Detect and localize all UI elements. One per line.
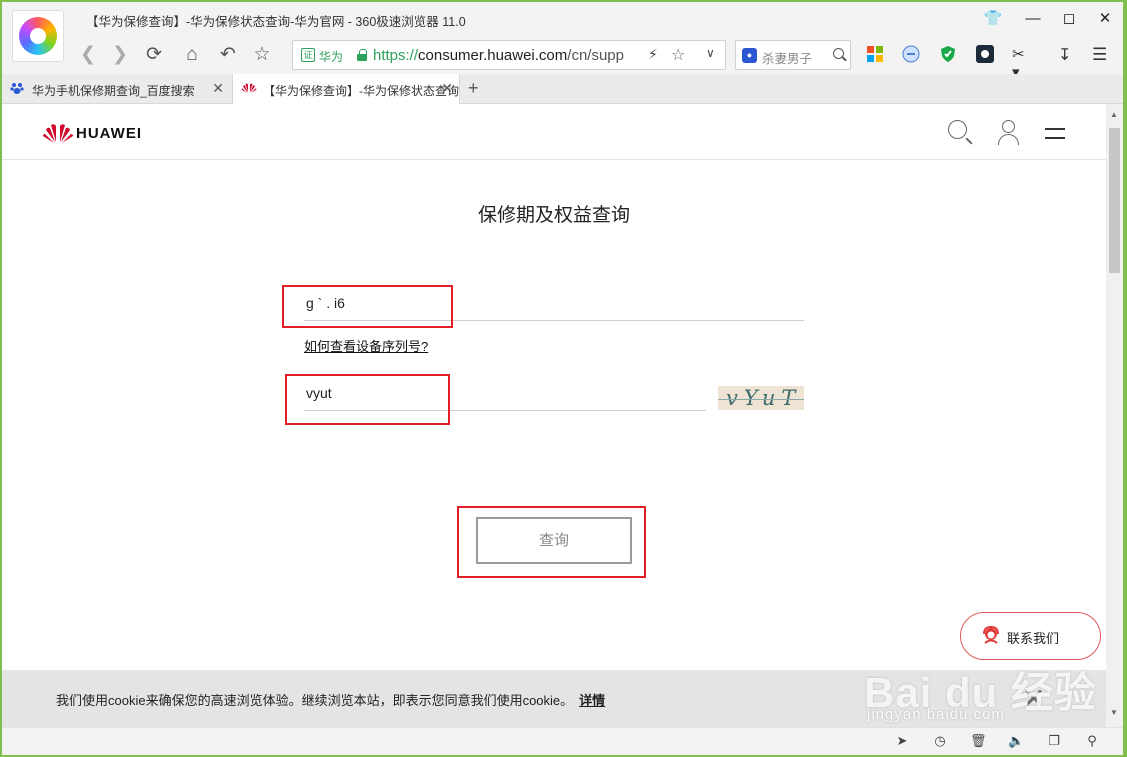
hamburger-menu-icon[interactable] — [1043, 118, 1073, 148]
minus-circle-icon[interactable] — [902, 45, 922, 65]
tab-label: 【华为保修查询】-华为保修状态查询-华为官网 — [263, 84, 459, 98]
favorite-star-icon[interactable]: ☆ — [250, 43, 274, 67]
search-icon[interactable] — [833, 48, 847, 62]
close-tab-icon[interactable]: ✕ — [441, 80, 453, 97]
huawei-logo-icon — [241, 81, 257, 97]
trash-icon[interactable]: 🗑 — [970, 733, 987, 749]
home-icon[interactable]: ⌂ — [180, 43, 204, 67]
browser-window: 【华为保修查询】-华为保修状态查询-华为官网 - 360极速浏览器 11.0 👕… — [2, 2, 1123, 755]
serial-help-link[interactable]: 如何查看设备序列号? — [304, 336, 428, 355]
accelerate-icon[interactable]: ➤ — [894, 733, 910, 749]
url-text[interactable]: https://consumer.huawei.com/cn/supp — [373, 47, 635, 64]
window-title: 【华为保修查询】-华为保修状态查询-华为官网 - 360极速浏览器 11.0 — [86, 15, 466, 29]
verified-badge-icon[interactable]: 证 — [301, 48, 315, 62]
refresh-icon[interactable]: ⟳ — [142, 43, 166, 67]
scrollbar-thumb[interactable] — [1109, 128, 1120, 273]
title-bar: 【华为保修查询】-华为保修状态查询-华为官网 - 360极速浏览器 11.0 👕… — [2, 2, 1123, 36]
baidu-paw-icon — [10, 81, 26, 97]
lock-icon — [357, 49, 367, 61]
vertical-scrollbar[interactable]: ▲ ▼ — [1106, 104, 1123, 727]
status-bar: ➤ ◷ 🗑 🔈 ❐ ⚲ — [2, 727, 1123, 755]
annotation-box-query — [457, 506, 646, 578]
huawei-logo-icon[interactable] — [42, 122, 74, 144]
address-bar[interactable]: 证 华为 https://consumer.huawei.com/cn/supp… — [292, 40, 726, 70]
site-header: HUAWEI — [2, 104, 1106, 160]
back-icon[interactable]: ❮ — [76, 43, 100, 67]
site-identity[interactable]: 华为 — [319, 48, 343, 65]
tab-baidu-search[interactable]: 华为手机保修期查询_百度搜索 ✕ — [2, 74, 230, 104]
tab-label: 华为手机保修期查询_百度搜索 — [32, 84, 195, 98]
page-title: 保修期及权益查询 — [477, 205, 630, 226]
menu-icon[interactable]: ☰ — [1092, 45, 1112, 65]
undo-close-icon[interactable]: ↶ — [216, 43, 240, 67]
contact-us-button[interactable]: 联系我们 — [960, 612, 1101, 660]
speed-icon[interactable]: ◷ — [932, 733, 948, 749]
scroll-down-icon[interactable]: ▼ — [1110, 708, 1118, 717]
zoom-search-icon[interactable]: ⚲ — [1084, 733, 1100, 749]
skin-icon[interactable]: 👕 — [982, 8, 1004, 30]
tab-huawei-warranty[interactable]: 【华为保修查询】-华为保修状态查询-华为官网 ✕ — [232, 74, 460, 104]
security-shield-icon[interactable] — [939, 45, 959, 65]
cookie-text: 我们使用cookie来确保您的高速浏览体验。继续浏览本站，即表示您同意我们使用c… — [56, 693, 574, 708]
apps-grid-icon[interactable] — [866, 45, 886, 65]
tab-strip: 华为手机保修期查询_百度搜索 ✕ 【华为保修查询】-华为保修状态查询-华为官网 … — [2, 74, 1123, 104]
customer-service-icon — [981, 625, 1001, 647]
captcha-image[interactable]: vYuT — [718, 386, 804, 410]
url-scheme: https:// — [373, 47, 419, 64]
download-icon[interactable]: ↧ — [1058, 45, 1078, 65]
user-icon[interactable] — [994, 118, 1024, 148]
minimize-button[interactable]: — — [1022, 8, 1044, 30]
new-tab-button[interactable]: + — [468, 78, 479, 99]
search-query[interactable]: 杀妻男子 — [762, 48, 812, 67]
page-content: HUAWEI 保修期及权益查询 g ` . i6 如何查看设备序列号? vyut… — [2, 104, 1106, 755]
nav-toolbar: ❮ ❯ ⟳ ⌂ ↶ ☆ 证 华为 https://consumer.huawei… — [2, 36, 1123, 81]
address-dropdown-icon[interactable]: ∨ — [706, 46, 726, 70]
forward-icon[interactable]: ❯ — [108, 43, 132, 67]
site-search-icon[interactable] — [946, 118, 976, 148]
annotation-box-captcha — [285, 374, 450, 425]
cookie-details-link[interactable]: 详情 — [579, 693, 605, 708]
url-path: /cn/supp — [567, 47, 624, 64]
window-icon[interactable]: ❐ — [1046, 733, 1062, 749]
search-box[interactable]: ● 杀妻男子 — [735, 40, 851, 70]
sound-icon[interactable]: 🔈 — [1008, 733, 1024, 749]
annotation-box-serial — [282, 285, 453, 328]
screenshot-scissors-icon[interactable]: ✂▾ — [1012, 45, 1032, 81]
scroll-up-icon[interactable]: ▲ — [1110, 110, 1118, 119]
baidu-paw-icon: ● — [742, 48, 757, 63]
brightness-icon[interactable] — [976, 45, 996, 65]
close-window-button[interactable]: ✕ — [1094, 8, 1116, 30]
contact-us-label: 联系我们 — [1007, 631, 1060, 646]
speed-mode-icon[interactable]: ⚡ — [648, 46, 658, 63]
browser-logo-icon[interactable] — [12, 10, 64, 62]
brand-name[interactable]: HUAWEI — [76, 125, 142, 142]
url-host: consumer.huawei.com — [418, 47, 568, 64]
close-tab-icon[interactable]: ✕ — [212, 80, 224, 97]
bookmark-star-icon[interactable]: ☆ — [671, 45, 685, 65]
watermark-url: jingyan.baidu.com — [867, 706, 1005, 723]
maximize-button[interactable]: ◻ — [1058, 8, 1080, 30]
